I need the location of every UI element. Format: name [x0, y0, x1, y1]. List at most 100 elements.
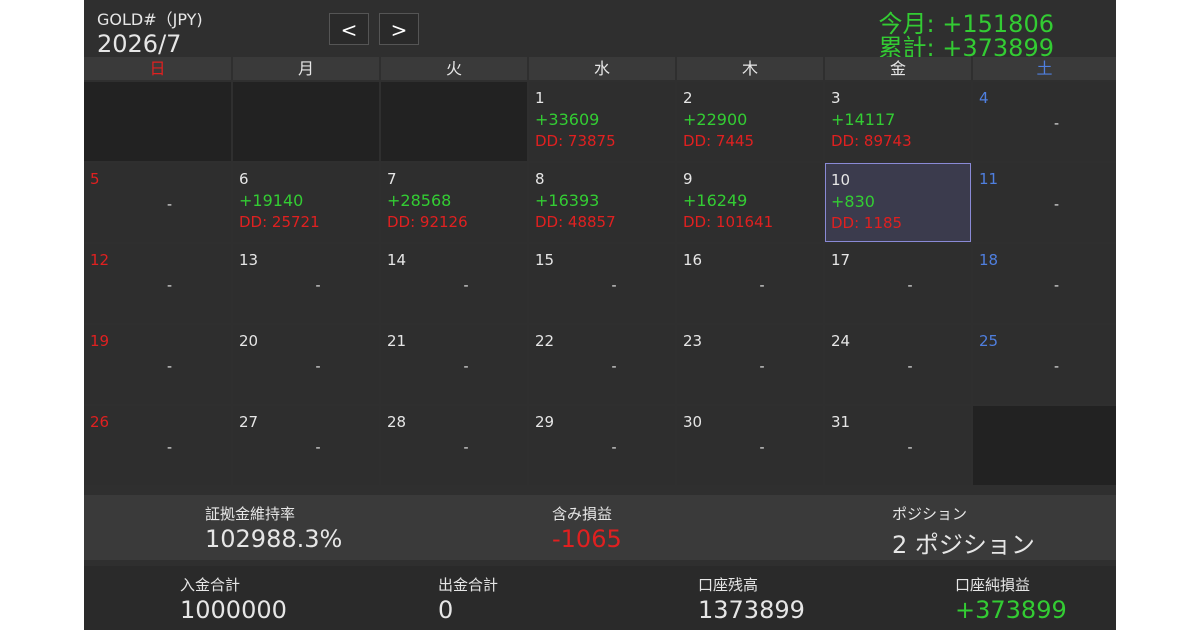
- day-number: 17: [831, 251, 851, 269]
- day-number: 6: [239, 170, 249, 188]
- day-number: 20: [239, 332, 259, 350]
- calendar-day-cell[interactable]: 30 -: [677, 406, 823, 485]
- no-trade-dash: -: [166, 197, 173, 213]
- calendar-day-cell[interactable]: 13 -: [233, 244, 379, 323]
- calendar-day-cell[interactable]: 28 -: [381, 406, 527, 485]
- calendar-day-cell[interactable]: 11 -: [973, 163, 1116, 242]
- day-drawdown: DD: 25721: [239, 213, 320, 231]
- no-trade-dash: -: [315, 440, 321, 456]
- no-trade-dash: -: [907, 359, 913, 375]
- calendar-day-cell[interactable]: 31 -: [825, 406, 971, 485]
- day-drawdown: DD: 89743: [831, 132, 912, 150]
- day-number: 14: [387, 251, 407, 269]
- day-number: 29: [535, 413, 555, 431]
- calendar-day-cell[interactable]: 25 -: [973, 325, 1116, 404]
- calendar-empty-cell: [973, 406, 1116, 485]
- unrealized-pl-value: -1065: [552, 525, 622, 553]
- day-drawdown: DD: 7445: [683, 132, 755, 150]
- calendar-empty-cell: [381, 82, 527, 161]
- prev-month-button[interactable]: <: [329, 13, 369, 45]
- calendar-day-cell[interactable]: 2 +22900 DD: 7445: [677, 82, 823, 161]
- calendar-day-cell[interactable]: 26 -: [84, 406, 231, 485]
- day-number: 5: [90, 170, 100, 188]
- next-month-button[interactable]: >: [379, 13, 419, 45]
- account-balance-label: 口座残高: [698, 576, 759, 594]
- weekday-6: 土: [973, 57, 1116, 80]
- calendar-day-cell[interactable]: 27 -: [233, 406, 379, 485]
- no-trade-dash: -: [1053, 116, 1060, 132]
- day-drawdown: DD: 48857: [535, 213, 616, 231]
- day-drawdown: DD: 73875: [535, 132, 616, 150]
- day-number: 19: [90, 332, 110, 350]
- calendar-day-cell[interactable]: 8 +16393 DD: 48857: [529, 163, 675, 242]
- calendar-day-cell[interactable]: 15 -: [529, 244, 675, 323]
- no-trade-dash: -: [1053, 278, 1060, 294]
- calendar-day-cell[interactable]: 16 -: [677, 244, 823, 323]
- no-trade-dash: -: [1053, 197, 1060, 213]
- day-profit: +19140: [239, 191, 304, 210]
- day-profit: +16393: [535, 191, 600, 210]
- no-trade-dash: -: [463, 440, 469, 456]
- deposit-total-label: 入金合計: [180, 576, 241, 594]
- calendar-grid: 1 +33609 DD: 73875 2 +22900 DD: 7445 3 +14117 DD…: [84, 82, 1116, 490]
- day-number: 3: [831, 89, 841, 107]
- account-summary-bottom: 入金合計 1000000 出金合計 0 口座残高 1373899 口座純損益 +…: [84, 566, 1116, 630]
- day-number: 9: [683, 170, 693, 188]
- net-pl-label: 口座純損益: [955, 576, 1031, 594]
- unrealized-pl-label: 含み損益: [552, 505, 613, 523]
- day-number: 25: [979, 332, 999, 350]
- withdraw-total-value: 0: [438, 596, 454, 624]
- day-number: 2: [683, 89, 693, 107]
- calendar-day-cell[interactable]: 18 -: [973, 244, 1116, 323]
- weekday-5: 金: [825, 57, 971, 80]
- no-trade-dash: -: [907, 440, 913, 456]
- net-pl-value: +373899: [955, 596, 1067, 624]
- no-trade-dash: -: [315, 278, 321, 294]
- calendar-day-cell[interactable]: 9 +16249 DD: 101641: [677, 163, 823, 242]
- calendar-day-cell[interactable]: 21 -: [381, 325, 527, 404]
- calendar-day-cell[interactable]: 19 -: [84, 325, 231, 404]
- day-number: 27: [239, 413, 259, 431]
- calendar-day-cell[interactable]: 10 +830 DD: 1185: [825, 163, 971, 242]
- calendar-empty-cell: [233, 82, 379, 161]
- day-number: 8: [535, 170, 545, 188]
- no-trade-dash: -: [463, 278, 469, 294]
- day-drawdown: DD: 1185: [831, 214, 903, 232]
- calendar-day-cell[interactable]: 6 +19140 DD: 25721: [233, 163, 379, 242]
- year-month-title: 2026/7: [97, 30, 182, 58]
- no-trade-dash: -: [463, 359, 469, 375]
- calendar-day-cell[interactable]: 23 -: [677, 325, 823, 404]
- weekday-0: 日: [84, 57, 231, 80]
- day-number: 23: [683, 332, 703, 350]
- calendar-day-cell[interactable]: 4-: [973, 82, 1116, 161]
- calendar-empty-cell: [84, 82, 231, 161]
- calendar-day-cell[interactable]: 3 +14117 DD: 89743: [825, 82, 971, 161]
- weekday-1: 月: [233, 57, 379, 80]
- calendar-day-cell[interactable]: 24 -: [825, 325, 971, 404]
- no-trade-dash: -: [759, 278, 765, 294]
- day-drawdown: DD: 101641: [683, 213, 774, 231]
- day-number: 12: [90, 251, 110, 269]
- calendar-day-cell[interactable]: 1 +33609 DD: 73875: [529, 82, 675, 161]
- calendar-day-cell[interactable]: 22 -: [529, 325, 675, 404]
- calendar-day-cell[interactable]: 5-: [84, 163, 231, 242]
- no-trade-dash: -: [611, 278, 617, 294]
- day-number: 30: [683, 413, 703, 431]
- calendar-day-cell[interactable]: 20 -: [233, 325, 379, 404]
- day-drawdown: DD: 92126: [387, 213, 468, 231]
- day-number: 26: [90, 413, 110, 431]
- calendar-panel: GOLD#（JPY) 2026/7 < > 今月: +151806 累計: +3…: [84, 0, 1116, 630]
- calendar-day-cell[interactable]: 29 -: [529, 406, 675, 485]
- calendar-day-cell[interactable]: 17 -: [825, 244, 971, 323]
- day-number: 18: [979, 251, 999, 269]
- calendar-day-cell[interactable]: 7 +28568 DD: 92126: [381, 163, 527, 242]
- day-profit: +16249: [683, 191, 748, 210]
- calendar-day-cell[interactable]: 12 -: [84, 244, 231, 323]
- day-number: 22: [535, 332, 555, 350]
- calendar-day-cell[interactable]: 14 -: [381, 244, 527, 323]
- margin-rate-value: 102988.3%: [205, 525, 343, 553]
- no-trade-dash: -: [611, 359, 617, 375]
- day-number: 28: [387, 413, 407, 431]
- day-profit: +830: [831, 192, 875, 211]
- day-number: 24: [831, 332, 851, 350]
